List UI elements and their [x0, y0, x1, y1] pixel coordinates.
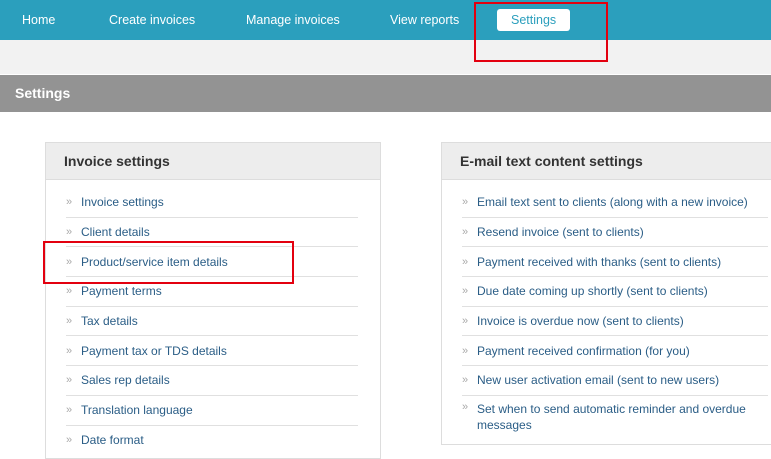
list-item-translation-language[interactable]: » Translation language: [66, 396, 358, 426]
list-item-email-new-invoice[interactable]: » Email text sent to clients (along with …: [462, 188, 768, 218]
chevron-right-icon: »: [66, 226, 73, 239]
sub-navigation-bar: [0, 40, 771, 74]
chevron-right-icon: »: [462, 374, 469, 387]
nav-create-invoices[interactable]: Create invoices: [109, 0, 195, 40]
chevron-right-icon: »: [66, 196, 73, 209]
list-item-label: Set when to send automatic reminder and …: [477, 401, 746, 432]
chevron-right-icon: »: [462, 196, 469, 209]
invoice-settings-header: Invoice settings: [46, 143, 380, 180]
chevron-right-icon: »: [66, 434, 73, 447]
chevron-right-icon: »: [66, 315, 73, 328]
list-item-label: Payment terms: [81, 284, 162, 299]
list-item-resend-invoice[interactable]: » Resend invoice (sent to clients): [462, 218, 768, 248]
list-item-invoice-overdue[interactable]: » Invoice is overdue now (sent to clients…: [462, 307, 768, 337]
nav-manage-invoices[interactable]: Manage invoices: [246, 0, 340, 40]
list-item-payment-confirmation[interactable]: » Payment received confirmation (for you): [462, 336, 768, 367]
list-item-label: Translation language: [81, 403, 193, 418]
list-item-label: Tax details: [81, 314, 138, 329]
list-item-payment-tax-tds[interactable]: » Payment tax or TDS details: [66, 336, 358, 367]
list-item-label: Due date coming up shortly (sent to clie…: [477, 284, 708, 299]
chevron-right-icon: »: [66, 374, 73, 387]
list-item-label: Invoice settings: [81, 195, 164, 210]
invoice-settings-list: » Invoice settings » Client details » Produ…: [46, 188, 380, 455]
annotation-highlight-product-service: [43, 241, 294, 284]
list-item-label: Payment tax or TDS details: [81, 343, 227, 358]
chevron-right-icon: »: [462, 315, 469, 328]
list-item-date-format[interactable]: » Date format: [66, 426, 358, 456]
nav-home[interactable]: Home: [22, 0, 55, 40]
list-item-label: Sales rep details: [81, 373, 170, 388]
list-item-label: Resend invoice (sent to clients): [477, 225, 644, 240]
list-item-payment-received-thanks[interactable]: » Payment received with thanks (sent to c…: [462, 247, 768, 278]
page-title-bar: Settings: [0, 75, 771, 112]
invoice-settings-title: Invoice settings: [64, 153, 170, 169]
list-item-user-activation-email[interactable]: » New user activation email (sent to new …: [462, 366, 768, 396]
email-settings-header: E-mail text content settings: [442, 143, 771, 180]
list-item-automatic-reminder[interactable]: » Set when to send automatic reminder and…: [462, 396, 768, 436]
email-settings-panel: E-mail text content settings » Email text…: [441, 142, 771, 445]
email-settings-title: E-mail text content settings: [460, 153, 643, 169]
chevron-right-icon: »: [66, 285, 73, 298]
chevron-right-icon: »: [462, 255, 469, 268]
chevron-right-icon: »: [462, 400, 469, 413]
list-item-tax-details[interactable]: » Tax details: [66, 307, 358, 337]
email-settings-list: » Email text sent to clients (along with …: [442, 188, 771, 436]
list-item-due-date-coming[interactable]: » Due date coming up shortly (sent to cli…: [462, 277, 768, 307]
chevron-right-icon: »: [66, 404, 73, 417]
list-item-label: New user activation email (sent to new u…: [477, 373, 720, 388]
chevron-right-icon: »: [66, 344, 73, 357]
list-item-invoice-settings[interactable]: » Invoice settings: [66, 188, 358, 218]
list-item-label: Invoice is overdue now (sent to clients): [477, 314, 684, 329]
invoice-settings-panel: Invoice settings » Invoice settings » Clie…: [45, 142, 381, 459]
chevron-right-icon: »: [462, 344, 469, 357]
nav-view-reports[interactable]: View reports: [390, 0, 459, 40]
list-item-label: Payment received with thanks (sent to cl…: [477, 254, 722, 269]
list-item-label: Payment received confirmation (for you): [477, 343, 690, 358]
list-item-label: Client details: [81, 225, 150, 240]
chevron-right-icon: »: [462, 285, 469, 298]
chevron-right-icon: »: [462, 226, 469, 239]
list-item-label: Date format: [81, 433, 144, 448]
top-navigation: Home Create invoices Manage invoices Vie…: [0, 0, 771, 40]
list-item-label: Email text sent to clients (along with a…: [477, 195, 748, 210]
annotation-highlight-settings: [474, 2, 608, 62]
list-item-sales-rep-details[interactable]: » Sales rep details: [66, 366, 358, 396]
page-title: Settings: [15, 85, 71, 101]
